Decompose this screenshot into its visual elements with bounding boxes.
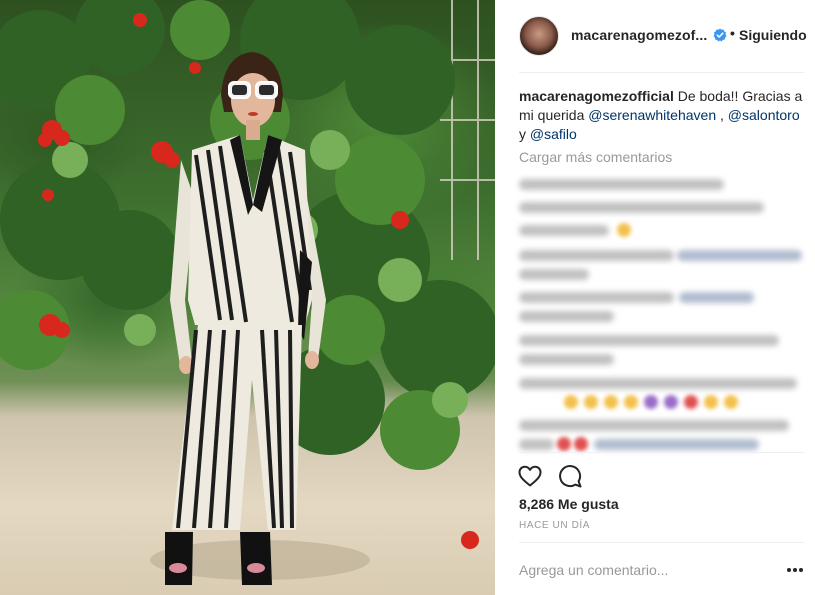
- blurred-emoji: [604, 395, 618, 409]
- add-comment-input[interactable]: Agrega un comentario...: [519, 562, 709, 578]
- blurred-emoji: [624, 395, 638, 409]
- blurred-comment: [519, 420, 789, 431]
- blurred-comment-mention: [679, 292, 754, 303]
- blurred-emoji: [557, 437, 571, 451]
- mention-link[interactable]: @serenawhitehaven: [588, 107, 716, 123]
- mention-link[interactable]: @safilo: [530, 126, 577, 142]
- header-username-link[interactable]: macarenagomezof...: [571, 27, 707, 43]
- blurred-emoji: [584, 395, 598, 409]
- blurred-comment: [519, 202, 764, 213]
- load-more-comments-link[interactable]: Cargar más comentarios: [519, 149, 672, 165]
- post-photo[interactable]: [0, 0, 495, 595]
- post-details-panel: macarenagomezof... • Siguiendo macarenag…: [495, 0, 815, 595]
- blurred-emoji: [684, 395, 698, 409]
- blurred-emoji: [704, 395, 718, 409]
- post-header: macarenagomezof... • Siguiendo: [495, 0, 815, 72]
- caption-text: ,: [716, 107, 728, 123]
- photo-illustration: [0, 0, 495, 585]
- blurred-comment: [519, 269, 589, 280]
- blurred-emoji: [724, 395, 738, 409]
- blurred-comment: [519, 335, 779, 346]
- caption-username-link[interactable]: macarenagomezofficial: [519, 88, 674, 104]
- mention-link[interactable]: @salontoro: [728, 107, 800, 123]
- blurred-comment: [519, 311, 614, 322]
- header-divider: [519, 72, 804, 73]
- following-button[interactable]: Siguiendo: [739, 27, 807, 43]
- post-timestamp[interactable]: HACE UN DÍA: [519, 520, 590, 531]
- profile-avatar[interactable]: [519, 16, 559, 56]
- more-options-icon[interactable]: [787, 568, 803, 574]
- blurred-emoji: [617, 223, 631, 237]
- blurred-emoji: [644, 395, 658, 409]
- blurred-comment: [519, 354, 614, 365]
- like-count[interactable]: 8,286 Me gusta: [519, 496, 619, 512]
- post-caption: macarenagomezofficial De boda!! Gracias …: [519, 87, 803, 144]
- blurred-comment: [519, 292, 674, 303]
- comment-bubble-icon[interactable]: [557, 463, 583, 489]
- blurred-comment: [519, 179, 724, 190]
- blurred-emoji: [664, 395, 678, 409]
- blurred-comment: [519, 250, 674, 261]
- heart-icon[interactable]: [517, 463, 543, 489]
- blurred-comments-list: [519, 174, 809, 454]
- footer-divider: [519, 542, 804, 543]
- blurred-comment: [519, 225, 609, 236]
- blurred-comment-mention: [677, 250, 802, 261]
- post-actions-bar: [495, 455, 815, 495]
- header-separator: •: [730, 25, 735, 41]
- comments-divider: [519, 452, 804, 453]
- blurred-emoji: [574, 437, 588, 451]
- blurred-comment-mention: [594, 439, 759, 450]
- blurred-comment: [519, 378, 797, 389]
- verified-badge-icon: [713, 28, 727, 42]
- caption-text: y: [519, 126, 530, 142]
- blurred-comment: [519, 439, 554, 450]
- blurred-emoji: [564, 395, 578, 409]
